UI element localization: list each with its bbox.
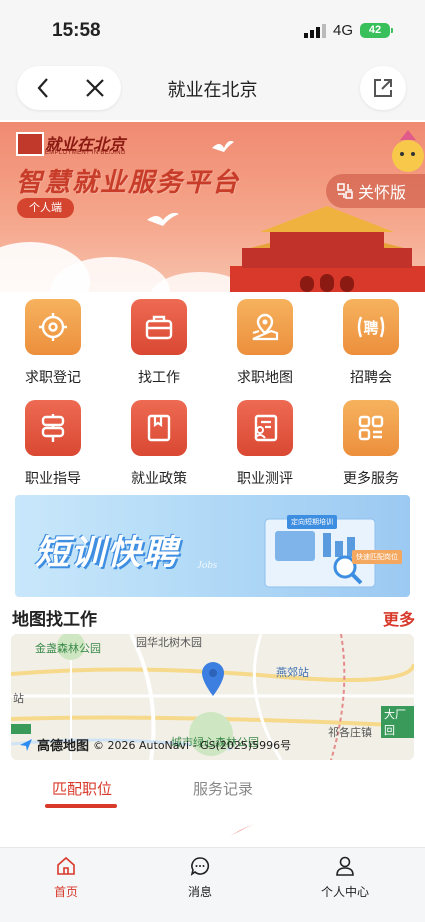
map-more-link[interactable]: 更多 (383, 606, 415, 630)
promo-banner[interactable]: 短训快聘 Jobs 定向短期培训 快速匹配岗位 (15, 495, 410, 597)
tab-service-records[interactable]: 服务记录 (193, 778, 253, 799)
promo-tag: 快速匹配岗位 (352, 550, 402, 564)
promo-script: Jobs (197, 559, 218, 571)
signal-icon (304, 24, 326, 38)
bottom-nav: 首页 消息 个人中心 (0, 847, 425, 922)
nav-item-home[interactable]: 首页 (21, 856, 111, 900)
active-tab-indicator (45, 804, 117, 808)
nav-label: 首页 (53, 885, 78, 899)
hero-banner[interactable]: 就业在北京 EMPLOYMENT IN BEIJING 智慧就业服务平台 个人端… (0, 122, 425, 292)
job-tabs: 匹配职位 服务记录 (0, 772, 425, 812)
brand-subtitle: EMPLOYMENT IN BEIJING (45, 150, 126, 156)
service-item[interactable]: 聘 招聘会 (326, 299, 416, 387)
share-button[interactable] (360, 66, 406, 110)
user-icon (336, 856, 354, 876)
service-label: 更多服务 (343, 471, 399, 487)
dove-icon (147, 212, 179, 226)
map-provider: 高德地图 (37, 739, 90, 754)
map-section-title: 地图找工作 (12, 610, 97, 630)
map-label: 大厂回 (381, 706, 414, 738)
battery-icon: 42 (360, 23, 393, 38)
service-item[interactable]: 找工作 (114, 299, 204, 387)
nav-label: 个人中心 (320, 885, 369, 899)
service-label: 职业指导 (25, 471, 81, 487)
nav-item-messages[interactable]: 消息 (155, 856, 245, 900)
map-copyright: © 2026 AutoNavi - GS(2025)5996号 (93, 738, 292, 752)
map-pin-icon (237, 299, 293, 355)
service-item[interactable]: 职业测评 (220, 400, 310, 488)
service-label: 找工作 (138, 370, 180, 386)
service-label: 求职地图 (237, 370, 293, 386)
grid-more-icon (343, 400, 399, 456)
nav-label: 消息 (187, 885, 212, 899)
map-label: 园华北树木园 (136, 636, 202, 649)
map-label: 祁各庄镇 (328, 726, 372, 739)
promo-title: 短训快聘 (35, 533, 179, 573)
mascot-icon (392, 130, 424, 172)
map-marker-icon[interactable] (201, 662, 225, 696)
nav-item-profile[interactable]: 个人中心 (300, 856, 390, 900)
care-mode-label: 关怀版 (358, 183, 407, 202)
share-icon (374, 79, 392, 97)
map-label: 金盏森林公园 (35, 642, 101, 655)
map-label: 站 (13, 692, 24, 705)
service-item[interactable]: 求职登记 (8, 299, 98, 387)
message-icon (190, 857, 210, 876)
policy-book-icon (131, 400, 187, 456)
status-bar: 15:58 4G 42 (0, 0, 425, 58)
status-time: 15:58 (52, 20, 101, 41)
service-label: 求职登记 (25, 370, 81, 386)
service-item[interactable]: 就业政策 (114, 400, 204, 488)
job-map[interactable]: 金盏森林公园 园华北树木园 燕郊站 大厂回 祁各庄镇 城市绿心森林公园 站 高德… (11, 634, 414, 760)
care-mode-button[interactable]: 关怀版 (326, 174, 425, 208)
home-icon (57, 856, 75, 875)
service-item[interactable]: 职业指导 (8, 400, 98, 488)
map-attribution: 高德地图 © 2026 AutoNavi - GS(2025)5996号 (19, 735, 291, 754)
amap-logo-icon (20, 738, 32, 751)
hire-icon: 聘 (343, 299, 399, 355)
svg-text:聘: 聘 (363, 319, 378, 337)
promo-tag: 定向短期培训 (287, 515, 337, 529)
loading-decoration-icon (230, 824, 254, 836)
network-type: 4G (333, 22, 354, 39)
care-mode-icon (337, 183, 353, 199)
service-item[interactable]: 更多服务 (326, 400, 416, 488)
service-label: 招聘会 (350, 370, 392, 386)
dove-icon (212, 140, 234, 152)
banner-title: 智慧就业服务平台 (16, 168, 241, 198)
assessment-icon (237, 400, 293, 456)
brand-logo-icon (16, 132, 44, 156)
map-label: 燕郊站 (276, 666, 309, 679)
service-label: 职业测评 (237, 471, 293, 487)
service-item[interactable]: 求职地图 (220, 299, 310, 387)
tab-matched-jobs[interactable]: 匹配职位 (52, 778, 112, 799)
briefcase-icon (131, 299, 187, 355)
user-type-tag: 个人端 (17, 198, 74, 218)
target-icon (25, 299, 81, 355)
service-label: 就业政策 (131, 471, 187, 487)
signpost-icon (25, 400, 81, 456)
nav-bar: 就业在北京 (0, 58, 425, 120)
